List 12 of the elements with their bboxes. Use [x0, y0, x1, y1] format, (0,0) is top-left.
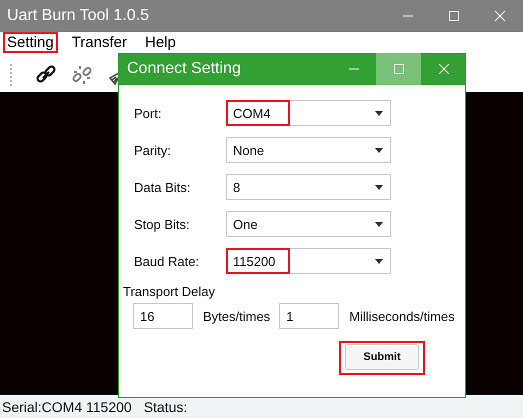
- field-label: Port:: [134, 106, 162, 120]
- serial-status: Serial:COM4 115200: [2, 398, 132, 414]
- field-label: Data Bits:: [134, 180, 192, 194]
- field-label: Stop Bits:: [134, 216, 191, 232]
- unit-label: Bytes/times: [203, 308, 270, 324]
- unit-label: Milliseconds/times: [349, 308, 455, 324]
- dialog-title: Connect Setting: [126, 60, 241, 78]
- connection-status: Status:: [144, 398, 188, 414]
- window-title: Uart Burn Tool 1.0.5: [6, 7, 150, 25]
- field-label: Baud Rate:: [134, 254, 200, 268]
- section-label: Transport Delay: [122, 284, 216, 299]
- field-label: Parity:: [134, 142, 172, 158]
